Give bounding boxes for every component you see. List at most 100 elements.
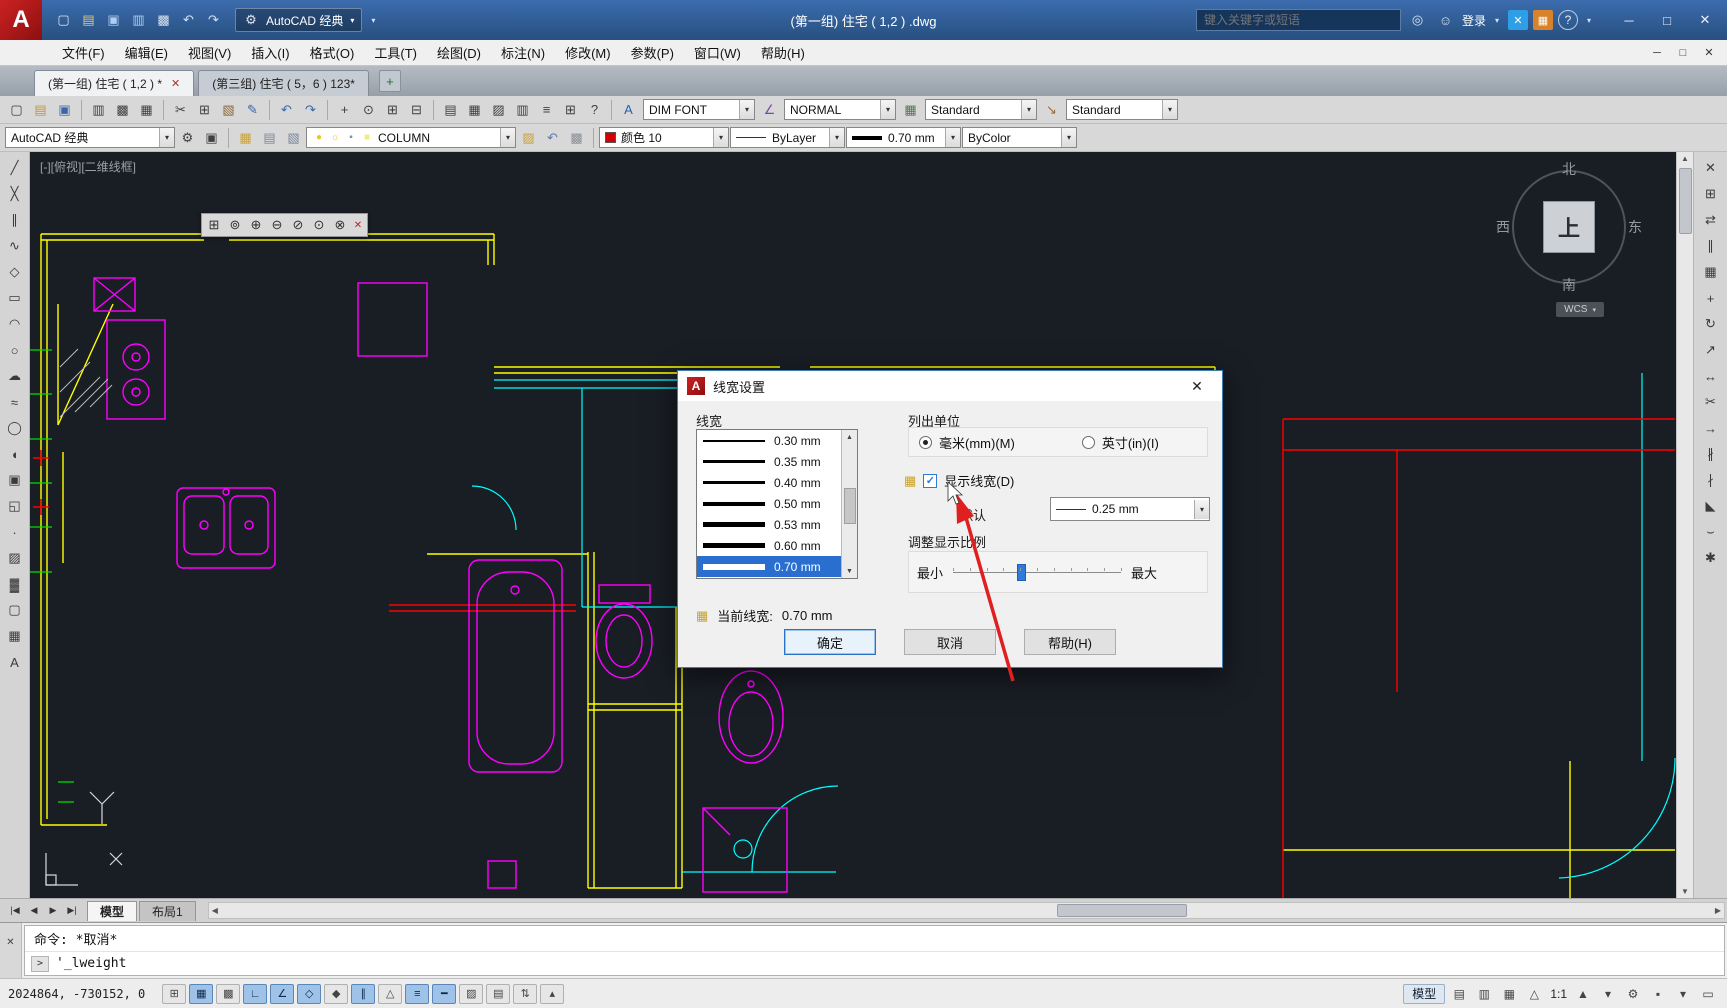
- layer-filter-icon[interactable]: ▧: [282, 126, 305, 149]
- menu-file[interactable]: 文件(F): [52, 39, 115, 66]
- spline-tool[interactable]: ≈: [2, 390, 27, 414]
- viewcube-east-label[interactable]: 东: [1628, 217, 1642, 237]
- ellipse-tool[interactable]: ◯: [2, 416, 27, 440]
- undo-button[interactable]: ↶: [275, 98, 298, 121]
- polyline-tool[interactable]: ∿: [2, 234, 27, 258]
- mtext-tool[interactable]: A: [2, 650, 27, 674]
- command-window-close-icon[interactable]: ✕: [6, 937, 14, 948]
- workspace-combo-titlebar[interactable]: ⚙ AutoCAD 经典 ▾: [235, 8, 362, 32]
- close-button[interactable]: ✕: [1687, 7, 1723, 33]
- document-tab[interactable]: (第一组) 住宅 ( 1,2 ) *✕: [34, 70, 194, 96]
- lineweight-option[interactable]: 0.70 mm: [697, 556, 841, 577]
- layer-previous-icon[interactable]: ↶: [541, 126, 564, 149]
- layer-states-icon[interactable]: ▤: [258, 126, 281, 149]
- horizontal-scrollbar-thumb[interactable]: [1057, 904, 1187, 917]
- workspace-gear-icon[interactable]: ⚙: [176, 126, 199, 149]
- quick-view-layouts-icon[interactable]: ▥: [1473, 984, 1495, 1004]
- extend-tool[interactable]: →: [1698, 416, 1723, 440]
- dialog-titlebar[interactable]: A 线宽设置 ✕: [678, 371, 1222, 401]
- login-dropdown-icon[interactable]: ▾: [1491, 9, 1503, 32]
- zoom-realtime-button[interactable]: ⊙: [357, 98, 380, 121]
- lineweight-toggle[interactable]: ━: [432, 984, 456, 1004]
- infer-constraints-toggle[interactable]: ⊞: [162, 984, 186, 1004]
- lineweight-option[interactable]: 0.35 mm: [697, 451, 841, 472]
- plot-preview-button[interactable]: ▩: [111, 98, 134, 121]
- dropdown-arrow-icon[interactable]: ▾: [739, 100, 754, 119]
- lineweight-option[interactable]: 0.53 mm: [697, 514, 841, 535]
- tool-palettes-button[interactable]: ▨: [487, 98, 510, 121]
- paste-button[interactable]: ▧: [217, 98, 240, 121]
- lineweight-option[interactable]: 0.30 mm: [697, 430, 841, 451]
- linetype-combo[interactable]: ByLayer ▾: [730, 127, 845, 148]
- mini-toolbar-close-icon[interactable]: ✕: [351, 215, 365, 235]
- markup-button[interactable]: ≡: [535, 98, 558, 121]
- lineweight-combo[interactable]: 0.70 mm ▾: [846, 127, 961, 148]
- layer-lock-icon[interactable]: ▪: [344, 130, 358, 145]
- polar-toggle[interactable]: ∠: [270, 984, 294, 1004]
- properties-button[interactable]: ▤: [439, 98, 462, 121]
- document-tab[interactable]: (第三组) 住宅 ( 5，6 ) 123*: [198, 70, 369, 96]
- vertical-scrollbar[interactable]: ▲ ▼: [1676, 152, 1693, 898]
- table-style-icon[interactable]: ▦: [899, 98, 922, 121]
- revcloud-tool[interactable]: ☁: [2, 364, 27, 388]
- coordinates-readout[interactable]: 2024864, -730152, 0: [8, 987, 145, 1001]
- mleader-style-combo[interactable]: Standard▾: [1066, 99, 1178, 120]
- viewcube[interactable]: 北 南 西 东 上: [1502, 160, 1636, 294]
- annotation-monitor-toggle[interactable]: ▴: [540, 984, 564, 1004]
- open-file-icon[interactable]: ▤: [77, 9, 100, 32]
- cut-button[interactable]: ✂: [169, 98, 192, 121]
- model-space-button[interactable]: 模型: [1403, 984, 1445, 1004]
- copy-tool[interactable]: ⊞: [1698, 182, 1723, 206]
- inch-radio[interactable]: [1082, 436, 1095, 449]
- search-binoculars-icon[interactable]: ◎: [1406, 9, 1429, 32]
- break-at-point-tool[interactable]: ∦: [1698, 442, 1723, 466]
- explode-tool[interactable]: ✱: [1698, 546, 1723, 570]
- scale-slider[interactable]: [953, 562, 1121, 582]
- menu-window[interactable]: 窗口(W): [684, 39, 751, 66]
- dropdown-arrow-icon[interactable]: ▾: [829, 128, 844, 147]
- layer-freeze-sun-icon[interactable]: ☼: [328, 130, 342, 145]
- scroll-down-icon[interactable]: ▼: [846, 564, 853, 578]
- scale-tool[interactable]: ↗: [1698, 338, 1723, 362]
- gradient-tool[interactable]: ▓: [2, 572, 27, 596]
- line-tool[interactable]: ╱: [2, 156, 27, 180]
- workspace-settings-icon[interactable]: ▣: [200, 126, 223, 149]
- dropdown-arrow-icon[interactable]: ▾: [1061, 128, 1076, 147]
- prev-tab-nav-button[interactable]: ◀: [25, 902, 43, 920]
- qat-customize-icon[interactable]: ▾: [366, 9, 380, 32]
- menu-draw[interactable]: 绘图(D): [427, 39, 491, 66]
- hatch-tool[interactable]: ▨: [2, 546, 27, 570]
- pan-button[interactable]: +: [333, 98, 356, 121]
- viewport-controls-label[interactable]: [-][俯视][二维线框]: [40, 158, 136, 175]
- mdi-restore-button[interactable]: □: [1671, 44, 1695, 62]
- table-tool[interactable]: ▦: [2, 624, 27, 648]
- ortho-toggle[interactable]: ∟: [243, 984, 267, 1004]
- new-file-icon[interactable]: ▢: [52, 9, 75, 32]
- new-button[interactable]: ▢: [5, 98, 28, 121]
- dropdown-arrow-icon[interactable]: ▾: [945, 128, 960, 147]
- lineweight-listbox[interactable]: 0.30 mm0.35 mm0.40 mm0.50 mm0.53 mm0.60 …: [696, 429, 858, 579]
- first-tab-nav-button[interactable]: |◀: [6, 902, 24, 920]
- ducs-toggle[interactable]: △: [378, 984, 402, 1004]
- ellipse-arc-tool[interactable]: ◖: [2, 442, 27, 466]
- open-button[interactable]: ▤: [29, 98, 52, 121]
- annotation-visibility-icon[interactable]: ▲: [1572, 984, 1594, 1004]
- scroll-left-icon[interactable]: ◀: [212, 906, 218, 915]
- display-lineweight-label[interactable]: 显示线宽(D): [944, 471, 1014, 490]
- viewcube-north-label[interactable]: 北: [1562, 159, 1576, 179]
- mdi-minimize-button[interactable]: ─: [1645, 44, 1669, 62]
- dropdown-arrow-icon[interactable]: ▾: [159, 128, 174, 147]
- next-tab-nav-button[interactable]: ▶: [44, 902, 62, 920]
- region-tool[interactable]: ▢: [2, 598, 27, 622]
- vertical-scrollbar-thumb[interactable]: [1679, 168, 1692, 234]
- lineweight-option[interactable]: 0.60 mm: [697, 535, 841, 556]
- dyn-toggle[interactable]: ≡: [405, 984, 429, 1004]
- status-tray-icon[interactable]: ▾: [1672, 984, 1694, 1004]
- menu-parametric[interactable]: 参数(P): [621, 39, 684, 66]
- multiline-tool[interactable]: ∥: [2, 208, 27, 232]
- zoom-out-mini-icon[interactable]: ⊖: [267, 215, 287, 235]
- menu-dimension[interactable]: 标注(N): [491, 39, 555, 66]
- arc-tool[interactable]: ◠: [2, 312, 27, 336]
- command-input[interactable]: '_lweight: [56, 956, 126, 971]
- layout-tab[interactable]: 布局1: [139, 901, 196, 921]
